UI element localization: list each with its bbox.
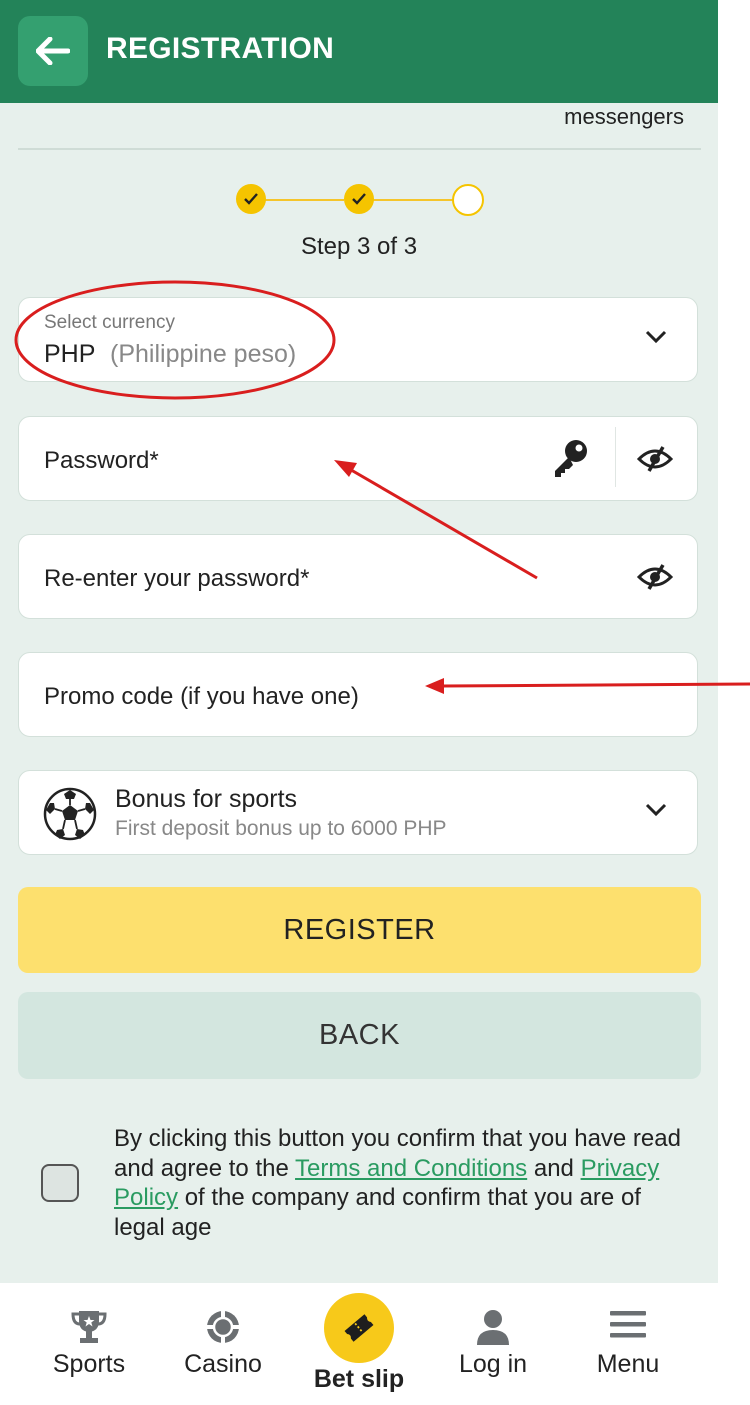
soccer-ball-icon <box>43 787 97 841</box>
consent-text: By clicking this button you confirm that… <box>114 1124 694 1242</box>
bonus-subtitle: First deposit bonus up to 6000 PHP <box>115 817 447 840</box>
back-button[interactable]: BACK <box>18 992 701 1079</box>
currency-code: PHP <box>44 340 96 368</box>
step-1-complete <box>236 184 266 214</box>
consent-text-part: of the company and confirm that you are … <box>114 1184 641 1241</box>
eye-slash-icon[interactable] <box>637 563 673 591</box>
nav-sports-label: Sports <box>52 1350 126 1378</box>
reenter-password-field[interactable]: Re-enter your password* <box>18 534 698 619</box>
chevron-down-icon <box>645 803 667 817</box>
check-icon <box>244 193 258 205</box>
password-placeholder: Password* <box>44 447 159 474</box>
consent-checkbox[interactable] <box>41 1164 79 1202</box>
hamburger-menu-icon <box>610 1311 646 1338</box>
arrow-left-icon <box>36 37 70 65</box>
step-label: Step 3 of 3 <box>300 233 418 260</box>
casino-chip-icon <box>207 1311 239 1343</box>
nav-menu[interactable]: Menu <box>563 1283 693 1405</box>
reenter-password-placeholder: Re-enter your password* <box>44 565 310 592</box>
field-separator <box>615 427 616 487</box>
step-3-current <box>452 184 484 216</box>
bonus-title: Bonus for sports <box>115 785 298 813</box>
promo-code-field[interactable]: Promo code (if you have one) <box>18 652 698 737</box>
chevron-down-icon <box>645 330 667 344</box>
currency-name: (Philippine peso) <box>110 340 297 368</box>
step-2-complete <box>344 184 374 214</box>
trophy-icon <box>71 1311 107 1343</box>
password-field[interactable]: Password* <box>18 416 698 501</box>
currency-select-label: Select currency <box>44 312 175 333</box>
registration-screen: REGISTRATION messengers Step 3 of 3 Sele… <box>0 0 718 1405</box>
top-bar: REGISTRATION <box>0 0 718 103</box>
nav-casino-label: Casino <box>184 1350 262 1378</box>
step-connector <box>264 199 344 201</box>
bottom-navigation: Sports Casino Bet slip Log in Menu <box>0 1283 750 1405</box>
messengers-text[interactable]: messengers <box>564 104 684 130</box>
user-icon <box>477 1310 509 1345</box>
eye-slash-icon[interactable] <box>637 445 673 473</box>
ticket-icon <box>344 1314 374 1342</box>
nav-login[interactable]: Log in <box>428 1283 558 1405</box>
nav-casino[interactable]: Casino <box>158 1283 288 1405</box>
divider <box>18 148 701 150</box>
bonus-select[interactable]: Bonus for sports First deposit bonus up … <box>18 770 698 855</box>
step-connector <box>372 199 454 201</box>
back-arrow-button[interactable] <box>18 16 88 86</box>
consent-text-part: and <box>527 1154 581 1182</box>
nav-sports[interactable]: Sports <box>24 1283 154 1405</box>
terms-link[interactable]: Terms and Conditions <box>295 1155 527 1182</box>
check-icon <box>352 193 366 205</box>
nav-bet-slip[interactable]: Bet slip <box>294 1283 424 1405</box>
nav-login-label: Log in <box>458 1350 528 1378</box>
nav-menu-label: Menu <box>596 1350 660 1378</box>
promo-code-placeholder: Promo code (if you have one) <box>44 683 359 710</box>
register-button[interactable]: REGISTER <box>18 887 701 973</box>
step-indicator <box>236 184 484 218</box>
key-icon[interactable] <box>551 439 589 479</box>
nav-bet-slip-label: Bet slip <box>313 1365 405 1393</box>
bet-slip-badge <box>324 1293 394 1363</box>
page-title: REGISTRATION <box>106 32 335 65</box>
currency-select[interactable]: Select currency PHP (Philippine peso) <box>18 297 698 382</box>
